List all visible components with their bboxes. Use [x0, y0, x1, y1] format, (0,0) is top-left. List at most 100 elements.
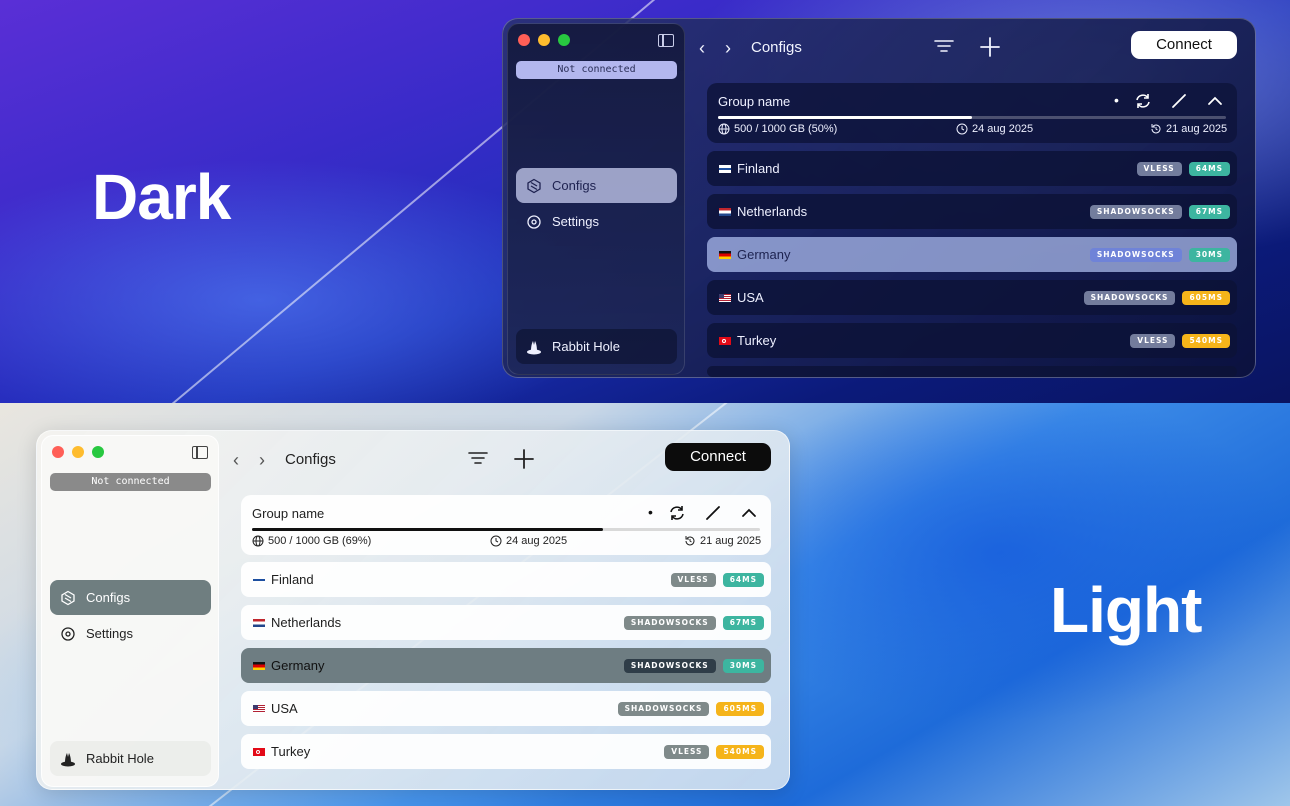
config-row[interactable]: Finland VLESS 64MS	[241, 562, 771, 597]
sidebar-toggle-icon[interactable]	[192, 446, 208, 459]
finland-flag-icon	[253, 575, 265, 584]
window-controls	[518, 34, 570, 46]
expiry-meta: 24 aug 2025	[956, 123, 1033, 135]
config-row[interactable]: Finland VLESS 64MS	[707, 151, 1237, 186]
config-country: Finland	[737, 161, 780, 176]
protocol-badge: SHADOWSOCKS	[623, 658, 716, 673]
history-icon	[685, 536, 695, 546]
config-country: USA	[271, 701, 298, 716]
group-name: Group name	[718, 94, 791, 109]
config-country: Netherlands	[737, 204, 808, 219]
page-title: Configs	[751, 39, 802, 56]
config-row[interactable]: Turkey VLESS 540MS	[241, 734, 771, 769]
usage-text: 500 / 1000 GB (50%)	[734, 123, 838, 135]
ping-badge: 605MS	[716, 701, 764, 716]
back-chevron-icon[interactable]: ‹	[233, 451, 239, 469]
toolbar: ‹ › Configs Connect	[699, 31, 1237, 65]
protocol-badge: SHADOWSOCKS	[1089, 247, 1182, 262]
config-row[interactable]: USA SHADOWSOCKS 605MS	[241, 691, 771, 726]
netherlands-flag-icon	[719, 207, 731, 216]
config-row[interactable]: USA SHADOWSOCKS 605MS	[707, 280, 1237, 315]
config-row-clipped	[707, 366, 1237, 377]
filter-sort-icon[interactable]	[933, 37, 955, 55]
light-mode-title: Light	[1050, 574, 1202, 646]
protocol-badge: SHADOWSOCKS	[617, 701, 710, 716]
sidebar-item-settings[interactable]: Settings	[50, 616, 211, 651]
config-row[interactable]: Turkey VLESS 540MS	[707, 323, 1237, 358]
add-icon[interactable]	[979, 37, 1001, 57]
config-country: Turkey	[271, 744, 311, 759]
filter-sort-icon[interactable]	[467, 449, 489, 467]
edit-pencil-icon[interactable]	[704, 504, 722, 522]
rabbit-hole-icon	[61, 752, 75, 766]
updated-date: 21 aug 2025	[700, 535, 762, 547]
usage-progress-bar	[252, 528, 760, 531]
refresh-icon[interactable]	[668, 504, 686, 522]
configs-icon	[527, 178, 541, 193]
app-window-dark: Not connected Configs Settings Rabbit Ho…	[502, 18, 1256, 378]
group-status-dot: •	[648, 504, 653, 520]
profile-button[interactable]: Rabbit Hole	[50, 741, 211, 776]
calendar-clock-icon	[490, 535, 502, 547]
ping-badge: 64MS	[722, 572, 764, 587]
expiry-date: 24 aug 2025	[972, 123, 1034, 135]
config-country: USA	[737, 290, 764, 305]
config-row[interactable]: Netherlands SHADOWSOCKS 67MS	[707, 194, 1237, 229]
config-row-selected[interactable]: Germany SHADOWSOCKS 30MS	[707, 237, 1237, 272]
protocol-badge: SHADOWSOCKS	[1089, 204, 1182, 219]
forward-chevron-icon[interactable]: ›	[259, 451, 265, 469]
close-window-button[interactable]	[52, 446, 64, 458]
config-country: Germany	[271, 658, 325, 673]
germany-flag-icon	[253, 661, 265, 670]
globe-icon	[718, 123, 730, 135]
sidebar-toggle-icon[interactable]	[658, 34, 674, 47]
usa-flag-icon	[719, 293, 731, 302]
refresh-icon[interactable]	[1134, 92, 1152, 110]
toolbar: ‹ › Configs Connect	[233, 443, 771, 477]
usage-progress-fill	[252, 528, 603, 531]
netherlands-flag-icon	[253, 618, 265, 627]
edit-pencil-icon[interactable]	[1170, 92, 1188, 110]
profile-name: Rabbit Hole	[552, 339, 620, 354]
config-group-card: Group name • 500 / 1000 GB (69%) 24 aug …	[241, 495, 771, 555]
chevron-up-icon[interactable]	[1206, 92, 1224, 110]
updated-meta: 21 aug 2025	[1150, 123, 1227, 135]
minimize-window-button[interactable]	[538, 34, 550, 46]
sidebar-item-settings[interactable]: Settings	[516, 204, 677, 239]
minimize-window-button[interactable]	[72, 446, 84, 458]
close-window-button[interactable]	[518, 34, 530, 46]
app-window-light: Not connected Configs Settings Rabbit Ho…	[36, 430, 790, 790]
config-group-card: Group name • 500 / 1000 GB (50%) 24 aug …	[707, 83, 1237, 143]
sidebar-item-label: Configs	[86, 590, 131, 605]
dark-mode-panel: Dark Not connected Configs Settings Rabb…	[0, 0, 1290, 403]
connect-button[interactable]: Connect	[1131, 31, 1237, 59]
config-country: Germany	[737, 247, 791, 262]
protocol-badge: VLESS	[670, 572, 716, 587]
sidebar-item-label: Settings	[86, 626, 133, 641]
ping-badge: 67MS	[722, 615, 764, 630]
sidebar-item-configs[interactable]: Configs	[516, 168, 677, 203]
zoom-window-button[interactable]	[558, 34, 570, 46]
chevron-up-icon[interactable]	[740, 504, 758, 522]
page-title: Configs	[285, 451, 336, 468]
usa-flag-icon	[253, 704, 265, 713]
dark-mode-title: Dark	[92, 161, 231, 233]
protocol-badge: SHADOWSOCKS	[623, 615, 716, 630]
protocol-badge: VLESS	[664, 744, 710, 759]
connect-button[interactable]: Connect	[665, 443, 771, 471]
config-row-selected[interactable]: Germany SHADOWSOCKS 30MS	[241, 648, 771, 683]
globe-icon	[252, 535, 264, 547]
expiry-meta: 24 aug 2025	[490, 535, 567, 547]
config-country: Turkey	[737, 333, 777, 348]
config-row[interactable]: Netherlands SHADOWSOCKS 67MS	[241, 605, 771, 640]
add-icon[interactable]	[513, 449, 535, 469]
ping-badge: 605MS	[1182, 290, 1230, 305]
forward-chevron-icon[interactable]: ›	[725, 39, 731, 57]
finland-flag-icon	[719, 164, 731, 173]
sidebar-item-configs[interactable]: Configs	[50, 580, 211, 615]
back-chevron-icon[interactable]: ‹	[699, 39, 705, 57]
ping-badge: 540MS	[1182, 333, 1230, 348]
zoom-window-button[interactable]	[92, 446, 104, 458]
usage-text: 500 / 1000 GB (69%)	[268, 535, 372, 547]
profile-button[interactable]: Rabbit Hole	[516, 329, 677, 364]
